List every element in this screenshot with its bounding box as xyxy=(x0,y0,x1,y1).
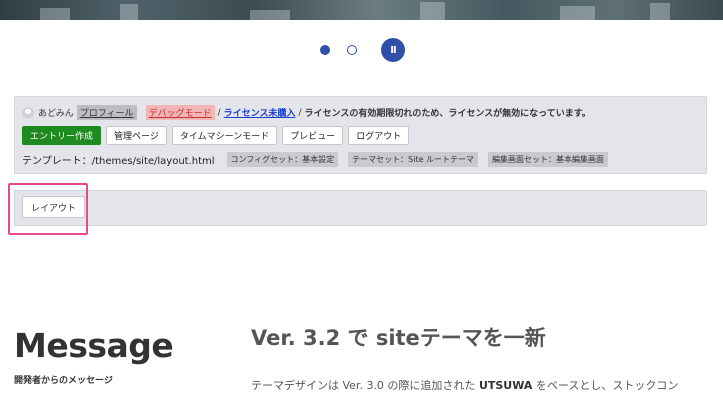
timemachine-mode-button[interactable]: タイムマシーンモード xyxy=(171,126,278,145)
separator: / xyxy=(217,107,221,118)
hero-image xyxy=(0,0,723,20)
news-body-bold: UTSUWA xyxy=(478,379,533,392)
logout-button[interactable]: ログアウト xyxy=(348,126,410,145)
user-avatar-icon xyxy=(22,106,34,119)
user-name: あどみん xyxy=(38,109,74,119)
pause-icon: II xyxy=(390,44,397,56)
layout-toolbar xyxy=(14,190,707,226)
separator: / xyxy=(298,107,302,118)
news-body: テーマデザインは Ver. 3.0 の際に追加された UTSUWA をベースとし… xyxy=(251,377,678,393)
license-link[interactable]: ライセンス未購入 xyxy=(224,106,296,119)
template-info-row: テンプレート：/themes/site/layout.html コンフィグセット… xyxy=(22,152,618,167)
admin-status-row: あどみん プロフィール デバッグモード / ライセンス未購入 / ライセンスの有… xyxy=(22,105,591,120)
highlight-frame xyxy=(8,183,88,235)
debug-mode-link[interactable]: デバッグモード xyxy=(145,105,215,120)
message-title: Message xyxy=(14,326,174,365)
theme-set-tag: テーマセット：Site ルートテーマ xyxy=(348,152,479,167)
create-entry-button[interactable]: エントリー作成 xyxy=(22,126,102,145)
admin-toolbar: あどみん プロフィール デバッグモード / ライセンス未購入 / ライセンスの有… xyxy=(14,96,707,174)
editor-set-tag: 編集画面セット：基本編集画面 xyxy=(488,152,609,167)
message-subtitle: 開発者からのメッセージ xyxy=(14,376,113,386)
slide-indicator-1[interactable] xyxy=(320,45,330,55)
profile-link[interactable]: プロフィール xyxy=(76,105,137,120)
preview-button[interactable]: プレビュー xyxy=(282,126,344,145)
news-body-suffix: をベースとし、ストックコン xyxy=(532,379,679,392)
admin-button-row: エントリー作成 管理ページ タイムマシーンモード プレビュー ログアウト xyxy=(22,126,414,145)
news-body-prefix: テーマデザインは Ver. 3.0 の際に追加された xyxy=(251,379,479,392)
slide-indicator-2[interactable] xyxy=(347,45,357,55)
license-message: ライセンスの有効期限切れのため、ライセンスが無効になっています。 xyxy=(304,109,591,119)
config-set-tag: コンフィグセット：基本設定 xyxy=(226,152,339,167)
admin-page-button[interactable]: 管理ページ xyxy=(106,126,167,145)
slider-pause-button[interactable]: II xyxy=(381,38,405,62)
template-path: テンプレート：/themes/site/layout.html xyxy=(22,156,215,167)
news-title: Ver. 3.2 で siteテーマを一新 xyxy=(251,326,546,350)
